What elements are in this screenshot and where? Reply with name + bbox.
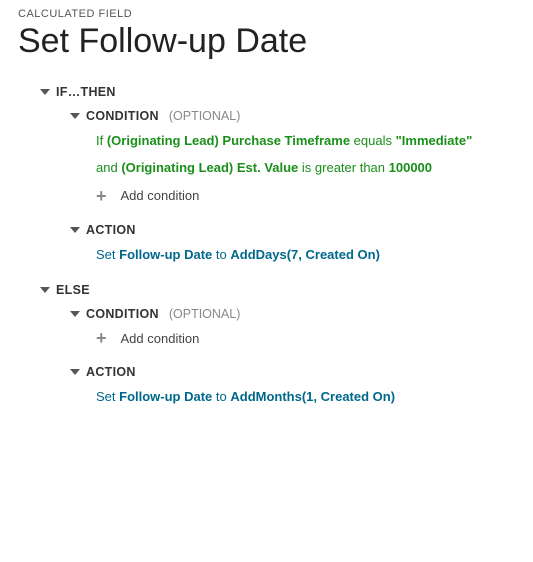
plus-icon: + [96, 329, 107, 347]
else-condition-header[interactable]: CONDITION (OPTIONAL) [18, 307, 515, 321]
if-then-section: IF…THEN CONDITION (OPTIONAL) If (Origina… [18, 85, 515, 265]
action-function: AddMonths(1, Created On) [230, 389, 395, 404]
condition-value: "Immediate" [396, 133, 473, 148]
chevron-down-icon [40, 89, 50, 95]
chevron-down-icon [70, 369, 80, 375]
condition-value: 100000 [389, 160, 432, 175]
action-field: Follow-up Date [119, 247, 212, 262]
else-action-header[interactable]: ACTION [18, 365, 515, 379]
else-action-block: ACTION Set Follow-up Date to AddMonths(1… [18, 365, 515, 408]
if-condition-block: CONDITION (OPTIONAL) If (Originating Lea… [18, 109, 515, 205]
condition-field: (Originating Lead) Est. Value [121, 160, 298, 175]
condition-operator: equals [350, 133, 396, 148]
set-keyword: Set [96, 389, 119, 404]
if-action-block: ACTION Set Follow-up Date to AddDays(7, … [18, 223, 515, 266]
action-line[interactable]: Set Follow-up Date to AddDays(7, Created… [18, 245, 515, 266]
condition-operator: is greater than [298, 160, 388, 175]
and-keyword: and [96, 160, 121, 175]
chevron-down-icon [40, 287, 50, 293]
else-section: ELSE CONDITION (OPTIONAL) + Add conditio… [18, 283, 515, 408]
breadcrumb: CALCULATED FIELD [18, 8, 515, 20]
if-keyword: If [96, 133, 107, 148]
action-field: Follow-up Date [119, 389, 212, 404]
condition-label: CONDITION [86, 109, 159, 123]
action-label: ACTION [86, 223, 136, 237]
chevron-down-icon [70, 113, 80, 119]
action-label: ACTION [86, 365, 136, 379]
condition-line-1[interactable]: If (Originating Lead) Purchase Timeframe… [18, 131, 515, 152]
action-function: AddDays(7, Created On) [230, 247, 380, 262]
add-condition-label: Add condition [121, 331, 200, 346]
chevron-down-icon [70, 227, 80, 233]
page-title: Set Follow-up Date [18, 22, 515, 61]
to-keyword: to [212, 389, 230, 404]
optional-label: (OPTIONAL) [169, 109, 241, 123]
else-header[interactable]: ELSE [18, 283, 515, 297]
if-then-header[interactable]: IF…THEN [18, 85, 515, 99]
chevron-down-icon [70, 311, 80, 317]
set-keyword: Set [96, 247, 119, 262]
add-condition-button[interactable]: + Add condition [18, 329, 515, 347]
add-condition-button[interactable]: + Add condition [18, 187, 515, 205]
add-condition-label: Add condition [121, 188, 200, 203]
optional-label: (OPTIONAL) [169, 307, 241, 321]
if-action-header[interactable]: ACTION [18, 223, 515, 237]
else-condition-block: CONDITION (OPTIONAL) + Add condition [18, 307, 515, 347]
to-keyword: to [212, 247, 230, 262]
condition-line-2[interactable]: and (Originating Lead) Est. Value is gre… [18, 158, 515, 179]
action-line[interactable]: Set Follow-up Date to AddMonths(1, Creat… [18, 387, 515, 408]
if-then-label: IF…THEN [56, 85, 116, 99]
plus-icon: + [96, 187, 107, 205]
if-condition-header[interactable]: CONDITION (OPTIONAL) [18, 109, 515, 123]
condition-field: (Originating Lead) Purchase Timeframe [107, 133, 350, 148]
else-label: ELSE [56, 283, 90, 297]
condition-label: CONDITION [86, 307, 159, 321]
